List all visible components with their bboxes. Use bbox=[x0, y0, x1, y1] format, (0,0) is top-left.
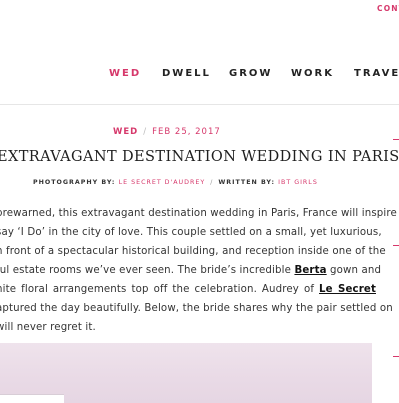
body-line: prewarned, this extravagant destination … bbox=[0, 208, 397, 219]
sidebar-accent-line bbox=[393, 139, 399, 140]
meta-separator: / bbox=[143, 127, 148, 137]
credits-separator: / bbox=[210, 179, 214, 186]
post-category-link[interactable]: WED bbox=[113, 127, 138, 137]
post-meta: WED / FEB 25, 2017 bbox=[113, 127, 221, 137]
written-label: WRITTEN BY: bbox=[218, 179, 275, 186]
photography-label: PHOTOGRAPHY BY: bbox=[33, 179, 116, 186]
body-segment: hite floral arrangements top off the cel… bbox=[0, 284, 320, 295]
wedding-photo bbox=[0, 343, 372, 403]
body-line: n front of a spectacular historical buil… bbox=[0, 246, 386, 257]
author-link[interactable]: IBT GIRLS bbox=[278, 179, 318, 186]
body-line: hite floral arrangements top off the cel… bbox=[0, 280, 376, 299]
contact-link[interactable]: CONT bbox=[377, 4, 399, 13]
post-date: FEB 25, 2017 bbox=[152, 127, 221, 137]
body-line: say ‘I Do’ in the city of love. This cou… bbox=[0, 227, 382, 238]
post-title: EXTRAVAGANT DESTINATION WEDDING IN PARIS bbox=[0, 149, 399, 165]
body-segment: ful estate rooms we’ve ever seen. The br… bbox=[0, 265, 295, 276]
sidebar-accent-line bbox=[393, 245, 399, 246]
le-secret-link[interactable]: Le Secret bbox=[319, 284, 376, 295]
sidebar-accent-line bbox=[393, 356, 399, 357]
post-body: prewarned, this extravagant destination … bbox=[0, 204, 397, 337]
nav-grow[interactable]: GROW bbox=[229, 68, 272, 79]
body-line: aptured the day beautifully. Below, the … bbox=[0, 303, 393, 314]
photographer-link[interactable]: LE SECRET D'AUDREY bbox=[119, 179, 206, 186]
nav-dwell[interactable]: DWELL bbox=[162, 68, 211, 79]
nav-travel[interactable]: TRAVEL bbox=[354, 68, 399, 79]
body-line: ful estate rooms we’ve ever seen. The br… bbox=[0, 261, 381, 280]
header-divider bbox=[0, 104, 399, 105]
body-segment: gown and bbox=[326, 265, 382, 276]
nav-work[interactable]: WORK bbox=[291, 68, 334, 79]
post-paragraph: prewarned, this extravagant destination … bbox=[0, 204, 397, 337]
nav-wed[interactable]: WED bbox=[109, 68, 141, 79]
post-credits: PHOTOGRAPHY BY: LE SECRET D'AUDREY / WRITT… bbox=[33, 179, 318, 186]
berta-link[interactable]: Berta bbox=[294, 265, 326, 276]
body-line: will never regret it. bbox=[0, 322, 96, 333]
